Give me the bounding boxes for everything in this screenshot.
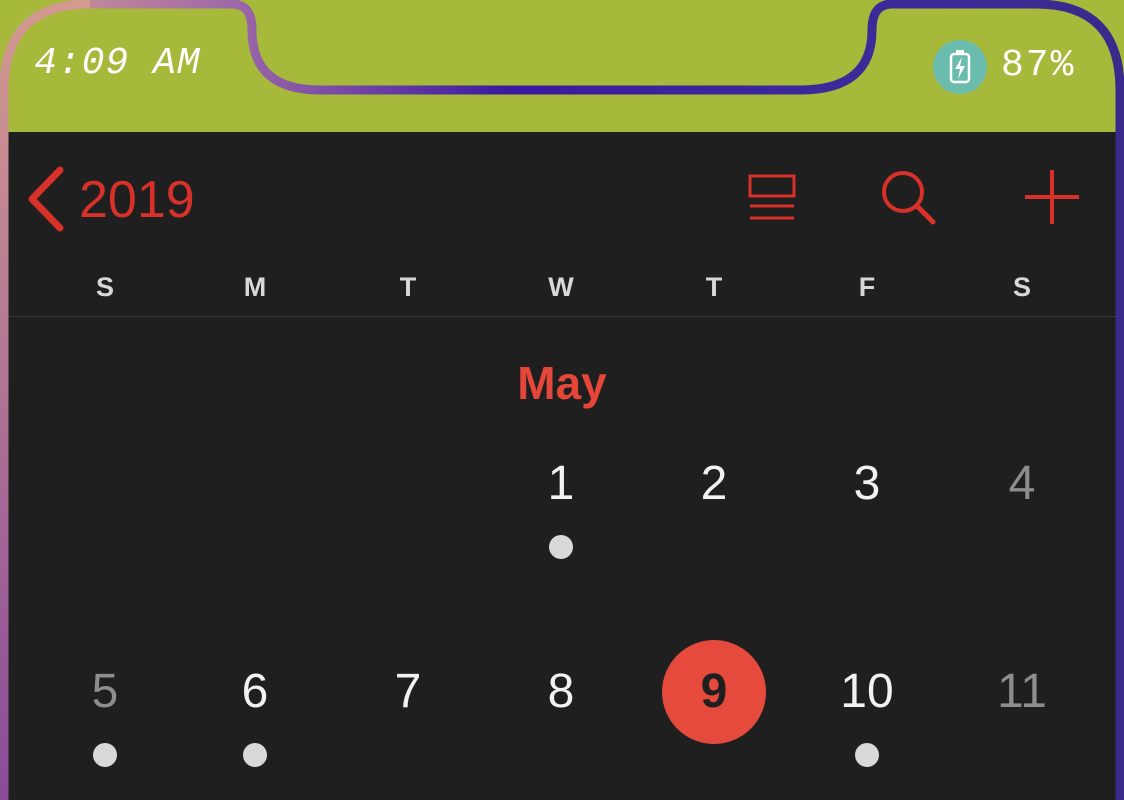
add-event-button[interactable] [1022, 168, 1082, 228]
calendar-day[interactable]: 6 [200, 640, 310, 780]
battery-percent: 87% [1001, 44, 1076, 87]
weekday-header: S M T W T F S [8, 262, 1116, 317]
day-number: 8 [547, 665, 575, 718]
weekday-label: T [705, 272, 723, 302]
day-number: 7 [394, 665, 422, 718]
weekday-label: F [858, 272, 876, 302]
calendar-day[interactable]: 10 [812, 640, 922, 780]
list-view-button[interactable] [746, 172, 798, 224]
search-icon [882, 171, 936, 225]
event-dot [243, 743, 267, 767]
battery-charging-icon [933, 40, 987, 94]
year-label: 2019 [79, 171, 195, 229]
day-number: 2 [700, 457, 728, 510]
event-dot [549, 535, 573, 559]
weekday-label: W [548, 272, 574, 302]
day-number: 10 [840, 665, 894, 718]
status-bar: 4:09 AM 87% [0, 0, 1124, 132]
event-dot [93, 743, 117, 767]
weekday-label: T [399, 272, 417, 302]
list-view-icon [748, 174, 796, 220]
day-number: 11 [997, 665, 1047, 718]
calendar-day[interactable]: 8 [506, 640, 616, 780]
weekday-label: S [1012, 272, 1031, 302]
month-title: May [517, 357, 607, 409]
calendar-day[interactable]: 7 [353, 640, 463, 780]
calendar-day[interactable]: 3 [812, 432, 922, 572]
event-dot [855, 743, 879, 767]
plus-icon [1025, 170, 1079, 224]
calendar-day-today[interactable]: 9 [659, 640, 769, 780]
day-number: 5 [91, 665, 119, 718]
calendar-day[interactable]: 4 [967, 432, 1077, 572]
day-number: 6 [241, 665, 269, 718]
navigation-bar: 2019 [8, 132, 1116, 262]
back-to-year-button[interactable]: 2019 [24, 162, 224, 232]
calendar-app: 2019 S M T W T F S May 1 2 3 4 5 6 7 8 9… [8, 132, 1116, 800]
weekday-label: M [243, 272, 267, 302]
calendar-day[interactable]: 1 [506, 432, 616, 572]
day-number: 9 [700, 665, 728, 718]
search-button[interactable] [878, 168, 938, 228]
day-number: 3 [853, 457, 881, 510]
calendar-day[interactable]: 11 [967, 640, 1077, 780]
status-time: 4:09 AM [34, 42, 201, 85]
day-number: 4 [1008, 457, 1036, 510]
chevron-left-icon [28, 166, 64, 232]
day-number: 1 [547, 457, 575, 510]
calendar-day[interactable]: 5 [50, 640, 160, 780]
calendar-day[interactable]: 2 [659, 432, 769, 572]
weekday-label: S [95, 272, 114, 302]
